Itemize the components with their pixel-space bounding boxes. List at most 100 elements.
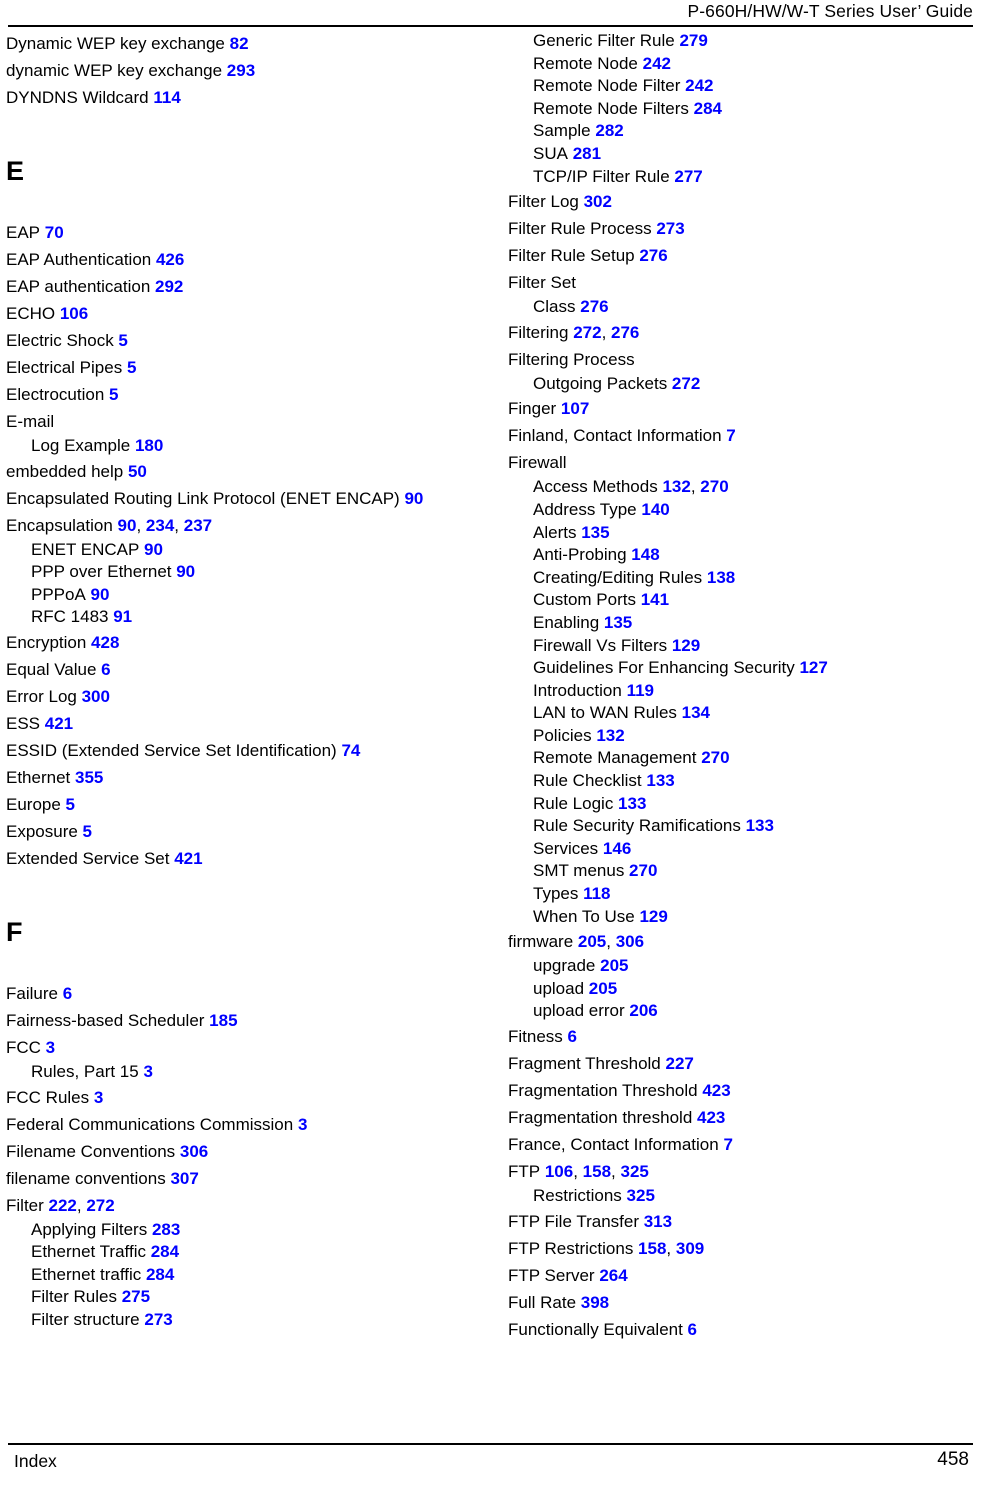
- index-entry[interactable]: Filename Conventions 306: [6, 1138, 476, 1165]
- page-reference[interactable]: 270: [696, 748, 729, 767]
- index-subentry[interactable]: Rule Checklist 133: [508, 770, 978, 793]
- index-entry[interactable]: Fragmentation Threshold 423: [508, 1077, 978, 1104]
- page-reference[interactable]: 74: [337, 741, 360, 760]
- page-reference[interactable]: 222: [44, 1196, 77, 1215]
- page-reference[interactable]: 90: [113, 516, 137, 535]
- index-subentry[interactable]: Generic Filter Rule 279: [508, 30, 978, 53]
- index-subentry[interactable]: Guidelines For Enhancing Security 127: [508, 657, 978, 680]
- page-reference[interactable]: 284: [146, 1242, 179, 1261]
- index-entry[interactable]: Fitness 6: [508, 1023, 978, 1050]
- page-reference[interactable]: 284: [141, 1265, 174, 1284]
- page-reference[interactable]: 134: [677, 703, 710, 722]
- page-reference[interactable]: 284: [689, 99, 722, 118]
- page-reference[interactable]: 276: [606, 323, 639, 342]
- page-reference[interactable]: 107: [556, 399, 589, 418]
- index-subentry[interactable]: upgrade 205: [508, 955, 978, 978]
- page-reference[interactable]: 275: [117, 1287, 150, 1306]
- page-reference[interactable]: 276: [635, 246, 667, 265]
- index-subentry[interactable]: When To Use 129: [508, 906, 978, 929]
- index-subentry[interactable]: Access Methods 132, 270: [508, 476, 978, 499]
- index-subentry[interactable]: Ethernet traffic 284: [6, 1264, 476, 1287]
- index-entry[interactable]: Filter Rule Process 273: [508, 215, 978, 242]
- index-entry[interactable]: ECHO 106: [6, 300, 476, 327]
- page-reference[interactable]: 70: [40, 223, 64, 242]
- page-reference[interactable]: 270: [696, 477, 728, 496]
- index-subentry[interactable]: SUA 281: [508, 143, 978, 166]
- page-reference[interactable]: 426: [151, 250, 184, 269]
- index-entry[interactable]: embedded help 50: [6, 458, 476, 485]
- page-reference[interactable]: 234: [141, 516, 174, 535]
- page-reference[interactable]: 313: [639, 1212, 672, 1231]
- page-reference[interactable]: 421: [40, 714, 73, 733]
- index-subentry[interactable]: Creating/Editing Rules 138: [508, 567, 978, 590]
- index-entry[interactable]: Dynamic WEP key exchange 82: [6, 30, 476, 57]
- index-subentry[interactable]: Applying Filters 283: [6, 1219, 476, 1242]
- index-entry[interactable]: Finger 107: [508, 395, 978, 422]
- index-subentry[interactable]: Types 118: [508, 883, 978, 906]
- page-reference[interactable]: 300: [77, 687, 110, 706]
- index-entry[interactable]: DYNDNS Wildcard 114: [6, 84, 476, 111]
- page-reference[interactable]: 276: [576, 297, 608, 316]
- index-subentry[interactable]: Remote Node Filters 284: [508, 98, 978, 121]
- page-reference[interactable]: 106: [55, 304, 88, 323]
- page-reference[interactable]: 273: [652, 219, 684, 238]
- index-entry[interactable]: EAP 70: [6, 219, 476, 246]
- index-entry[interactable]: FTP Server 264: [508, 1262, 978, 1289]
- page-reference[interactable]: 242: [680, 76, 713, 95]
- index-subentry[interactable]: LAN to WAN Rules 134: [508, 702, 978, 725]
- page-reference[interactable]: 5: [122, 358, 136, 377]
- page-reference[interactable]: 119: [622, 681, 654, 700]
- index-subentry[interactable]: Remote Management 270: [508, 747, 978, 770]
- index-entry[interactable]: E-mail: [6, 408, 476, 435]
- index-entry[interactable]: dynamic WEP key exchange 293: [6, 57, 476, 84]
- page-reference[interactable]: 158: [578, 1162, 611, 1181]
- index-entry[interactable]: FTP Restrictions 158, 309: [508, 1235, 978, 1262]
- page-reference[interactable]: 118: [578, 884, 610, 903]
- page-reference[interactable]: 148: [627, 545, 659, 564]
- page-reference[interactable]: 141: [636, 590, 669, 609]
- index-entry[interactable]: FTP 106, 158, 325: [508, 1158, 978, 1185]
- page-reference[interactable]: 185: [204, 1011, 237, 1030]
- page-reference[interactable]: 279: [675, 31, 707, 50]
- index-subentry[interactable]: Address Type 140: [508, 499, 978, 522]
- index-entry[interactable]: Filter Log 302: [508, 188, 978, 215]
- page-reference[interactable]: 5: [104, 385, 118, 404]
- index-entry[interactable]: Error Log 300: [6, 683, 476, 710]
- page-reference[interactable]: 135: [599, 613, 632, 632]
- page-reference[interactable]: 5: [61, 795, 75, 814]
- page-reference[interactable]: 421: [169, 849, 202, 868]
- page-reference[interactable]: 133: [613, 794, 646, 813]
- index-entry[interactable]: Ethernet 355: [6, 764, 476, 791]
- index-subentry[interactable]: Enabling 135: [508, 612, 978, 635]
- index-entry[interactable]: Electric Shock 5: [6, 327, 476, 354]
- index-subentry[interactable]: Restrictions 325: [508, 1185, 978, 1208]
- index-subentry[interactable]: Remote Node Filter 242: [508, 75, 978, 98]
- index-subentry[interactable]: Sample 282: [508, 120, 978, 143]
- index-entry[interactable]: FCC Rules 3: [6, 1084, 476, 1111]
- index-entry[interactable]: Filter 222, 272: [6, 1192, 476, 1219]
- index-entry[interactable]: Firewall: [508, 449, 978, 476]
- index-entry[interactable]: Federal Communications Commission 3: [6, 1111, 476, 1138]
- page-reference[interactable]: 428: [86, 633, 119, 652]
- index-subentry[interactable]: ENET ENCAP 90: [6, 539, 476, 562]
- page-reference[interactable]: 293: [222, 61, 255, 80]
- page-reference[interactable]: 277: [670, 167, 702, 186]
- index-entry[interactable]: firmware 205, 306: [508, 928, 978, 955]
- page-reference[interactable]: 423: [692, 1108, 725, 1127]
- page-reference[interactable]: 158: [633, 1239, 666, 1258]
- index-subentry[interactable]: RFC 1483 91: [6, 606, 476, 629]
- index-entry[interactable]: Filter Rule Setup 276: [508, 242, 978, 269]
- page-reference[interactable]: 114: [149, 88, 180, 107]
- index-subentry[interactable]: Services 146: [508, 838, 978, 861]
- page-reference[interactable]: 272: [667, 374, 700, 393]
- page-reference[interactable]: 355: [70, 768, 103, 787]
- page-reference[interactable]: 106: [540, 1162, 573, 1181]
- index-entry[interactable]: Europe 5: [6, 791, 476, 818]
- page-reference[interactable]: 50: [123, 462, 147, 481]
- index-subentry[interactable]: Introduction 119: [508, 680, 978, 703]
- page-reference[interactable]: 306: [611, 932, 644, 951]
- page-reference[interactable]: 325: [616, 1162, 648, 1181]
- index-entry[interactable]: Encryption 428: [6, 629, 476, 656]
- page-reference[interactable]: 281: [568, 144, 601, 163]
- page-reference[interactable]: 146: [598, 839, 631, 858]
